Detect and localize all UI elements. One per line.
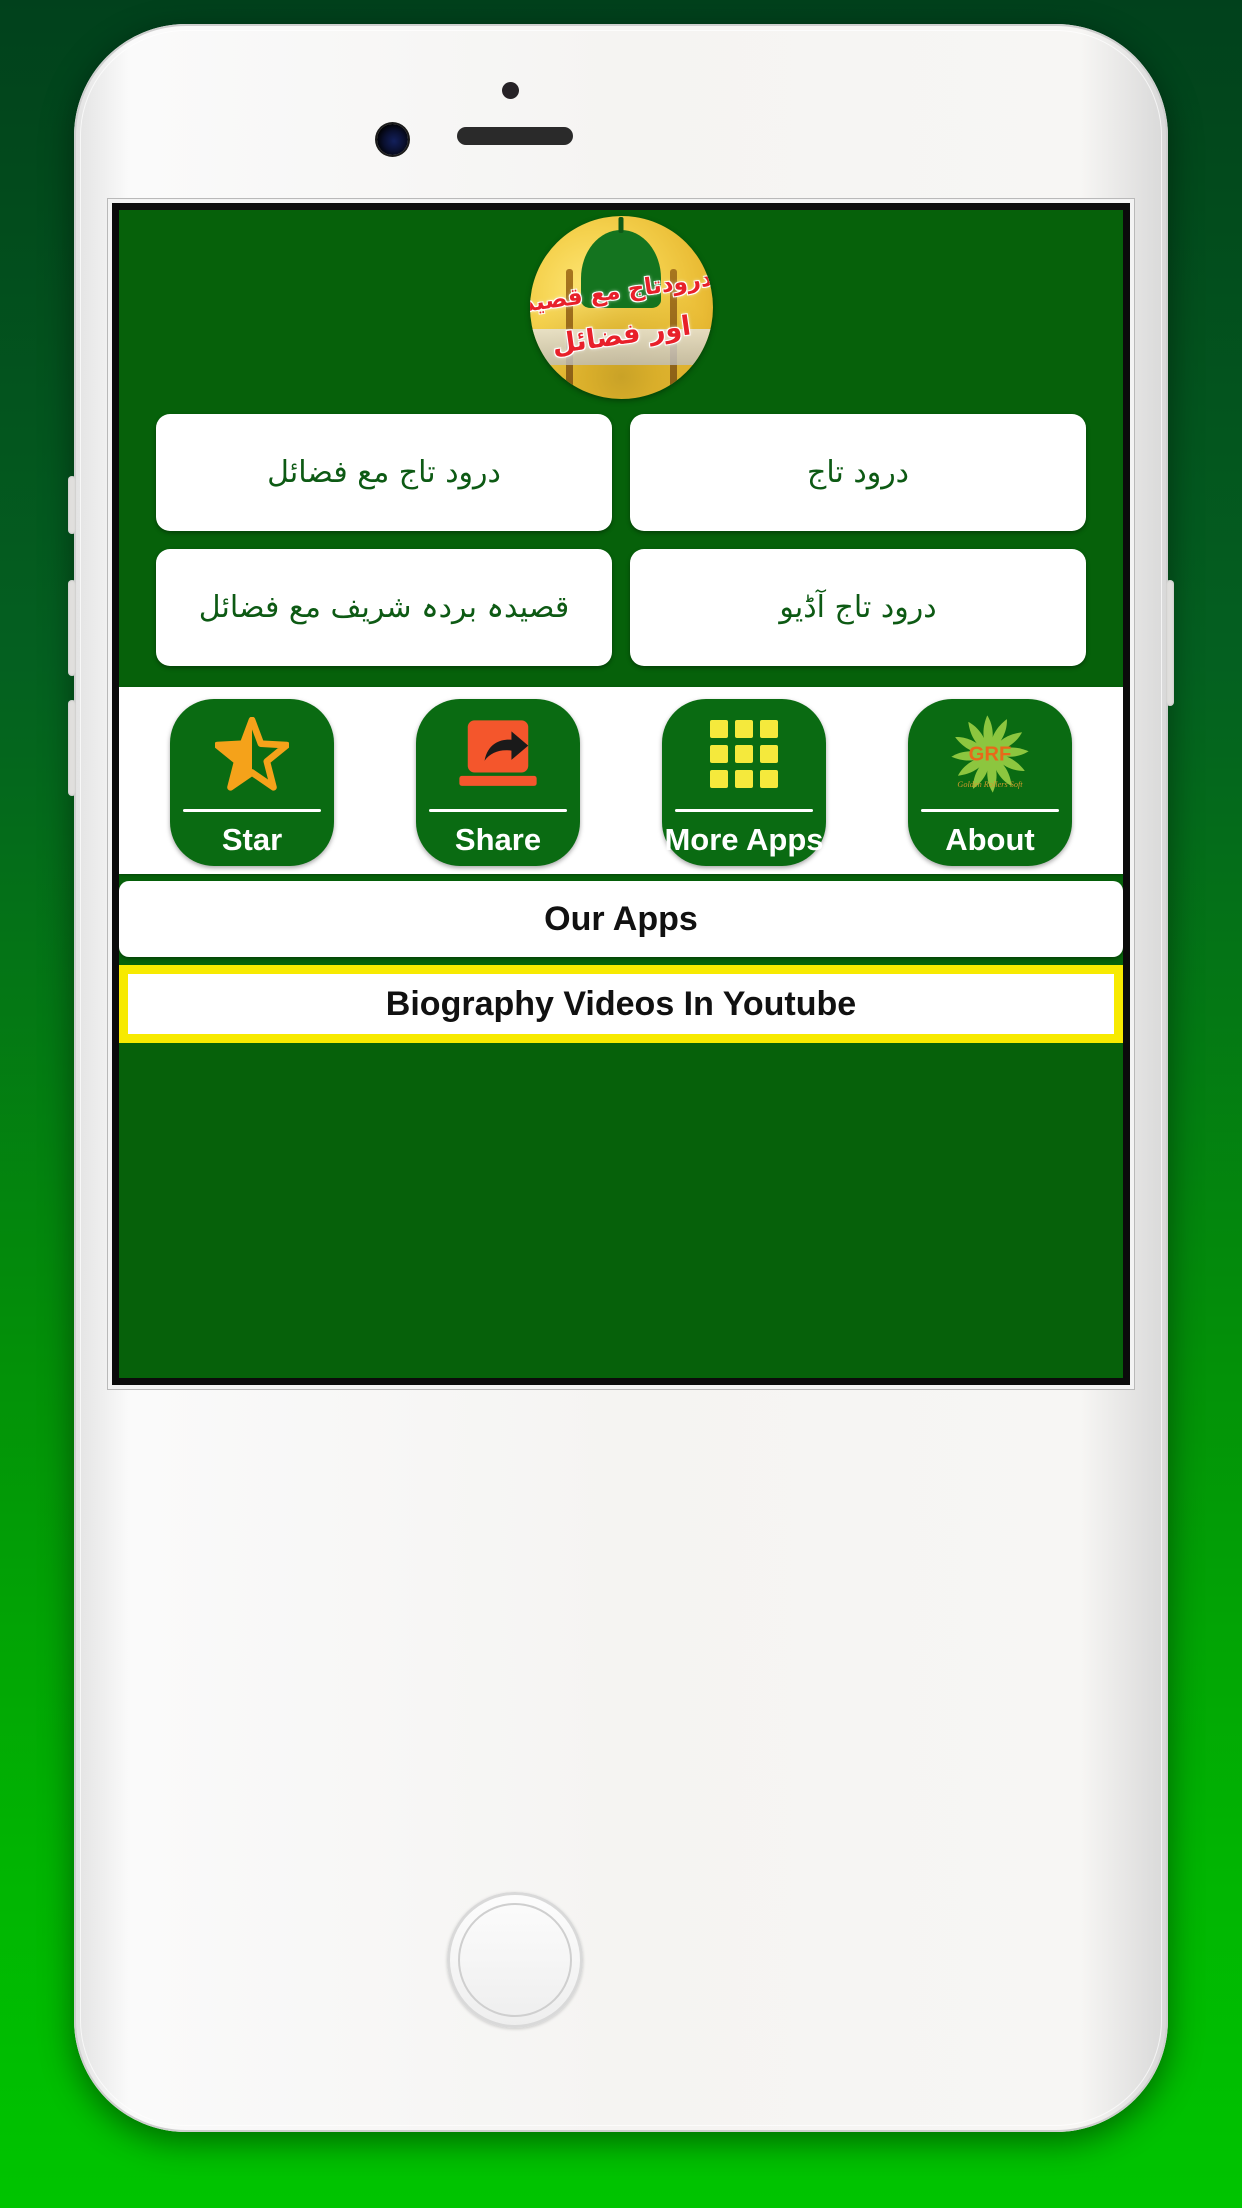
volume-up-button[interactable]	[68, 580, 76, 676]
our-apps-button[interactable]: Our Apps	[119, 881, 1123, 957]
menu-cell: درود تاج مع فضائل	[147, 405, 621, 540]
home-button[interactable]	[447, 1892, 583, 2028]
app-logo: درودتاج مع قصیدہ بردہ شریف اور فضائل	[529, 216, 713, 399]
menu-cell: درود تاج آڈیو	[621, 540, 1095, 675]
power-button[interactable]	[1166, 580, 1174, 706]
silent-switch[interactable]	[68, 476, 76, 534]
svg-text:Golden Rollers Soft: Golden Rollers Soft	[957, 780, 1023, 789]
icon-divider	[675, 809, 813, 812]
grf-logo-icon: GRF Golden Rollers Soft	[908, 699, 1072, 809]
menu-button-qaseeda-burda-shareef-maa-fazail[interactable]: قصیدہ بردہ شریف مع فضائل	[156, 549, 612, 666]
about-button[interactable]: GRF Golden Rollers Soft About	[908, 699, 1072, 866]
about-button-label: About	[945, 822, 1035, 857]
menu-cell: قصیدہ بردہ شریف مع فضائل	[147, 540, 621, 675]
grid-apps-icon	[662, 699, 826, 809]
menu-button-darood-taj-maa-fazail[interactable]: درود تاج مع فضائل	[156, 414, 612, 531]
star-button[interactable]: Star	[170, 699, 334, 866]
star-icon	[170, 699, 334, 809]
share-button-label: Share	[454, 822, 542, 857]
volume-down-button[interactable]	[68, 700, 76, 796]
svg-text:GRF: GRF	[969, 743, 1012, 765]
menu-cell: درود تاج	[621, 405, 1095, 540]
logo-container: درودتاج مع قصیدہ بردہ شریف اور فضائل	[119, 210, 1123, 399]
front-camera-icon	[377, 124, 408, 155]
phone-screen: درودتاج مع قصیدہ بردہ شریف اور فضائل درو…	[108, 199, 1134, 1389]
action-icon-bar: Star Share More Apps GRF Golden Rollers …	[119, 687, 1123, 874]
share-button[interactable]: Share	[416, 699, 580, 866]
app-viewport: درودتاج مع قصیدہ بردہ شریف اور فضائل درو…	[112, 203, 1130, 1385]
icon-divider	[183, 809, 321, 812]
icon-divider	[921, 809, 1059, 812]
star-button-label: Star	[221, 822, 283, 857]
main-menu-grid: درود تاج مع فضائل درود تاج قصیدہ بردہ شر…	[119, 399, 1123, 675]
menu-button-darood-taj-audio[interactable]: درود تاج آڈیو	[630, 549, 1086, 666]
more-apps-button-label: More Apps	[664, 822, 824, 857]
menu-button-darood-taj[interactable]: درود تاج	[630, 414, 1086, 531]
icon-divider	[429, 809, 567, 812]
proximity-sensor-icon	[502, 82, 519, 99]
biography-videos-youtube-button[interactable]: Biography Videos In Youtube	[119, 965, 1123, 1043]
earpiece-speaker	[457, 127, 573, 145]
share-icon	[416, 699, 580, 809]
more-apps-button[interactable]: More Apps	[662, 699, 826, 866]
phone-device-frame: درودتاج مع قصیدہ بردہ شریف اور فضائل درو…	[68, 24, 1174, 2132]
